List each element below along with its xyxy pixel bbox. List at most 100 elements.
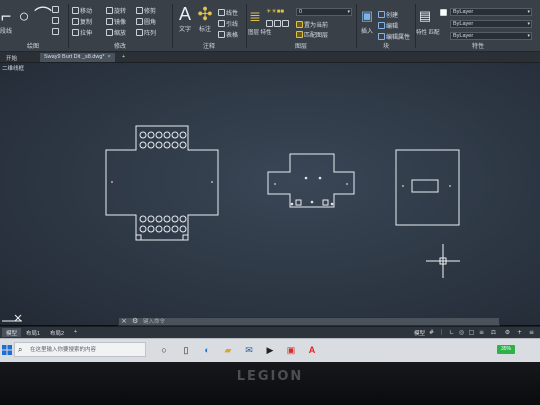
fillet-tool[interactable]: 圆角 (136, 17, 156, 26)
tab-document[interactable]: Sway9 Burt Dit _s8.dwg* × (40, 53, 115, 62)
gradient-tool[interactable] (52, 28, 60, 36)
snap-icon[interactable]: ⋮ (438, 329, 445, 336)
trim-icon (136, 7, 143, 14)
array-tool[interactable]: 阵列 (136, 28, 156, 37)
rotate-icon (106, 7, 113, 14)
edit-attributes-tool[interactable]: 编辑属性 (378, 32, 410, 41)
mirror-tool[interactable]: 镜像 (106, 17, 126, 26)
media-player-icon[interactable]: ▶ (264, 344, 276, 356)
color-swatch-icon (440, 9, 447, 16)
match-properties-label: 特性 匹配 (416, 30, 440, 36)
annotation-group-label: 注释 (202, 44, 215, 50)
layer-state-icons[interactable]: ☀☀■■ (266, 8, 284, 15)
copy-tool[interactable]: 复制 (72, 17, 92, 26)
match-layer-tool[interactable]: 匹配图层 (296, 30, 328, 39)
table-tool[interactable]: 表格 (218, 30, 238, 39)
trim-tool[interactable]: 修剪 (136, 6, 156, 15)
monitor-bezel: LEGION (0, 362, 540, 405)
top-hole-array (139, 131, 187, 149)
move-tool[interactable]: 移动 (72, 6, 92, 15)
part-cross-plate-outline (105, 125, 219, 241)
autocad-icon[interactable]: A (306, 344, 318, 356)
create-block-tool[interactable]: 创建 (378, 10, 398, 19)
stretch-tool[interactable]: 拉伸 (72, 28, 92, 37)
task-view-icon[interactable]: ▯ (180, 344, 192, 356)
ucs-icon (2, 314, 22, 322)
arc-button[interactable]: ⌒ (34, 6, 52, 26)
status-bar: 模型 布局1 布局2 + 模型 # ⋮ ∟ ◎ □ ≡ ⚖ ⚙ + ≡ (0, 326, 540, 338)
drawing-svg[interactable] (0, 63, 540, 325)
mail-icon[interactable]: ✉ (243, 344, 255, 356)
layer-off-icon (266, 20, 273, 27)
circle-button[interactable]: ○ (16, 6, 32, 26)
edge-browser-icon[interactable]: ◐ (201, 344, 213, 356)
block-group-label: 块 (382, 44, 389, 50)
osnap-icon[interactable]: □ (468, 329, 475, 336)
file-explorer-icon[interactable]: ▰ (222, 344, 234, 356)
text-button[interactable]: A 文字 (176, 4, 194, 33)
create-block-icon (378, 11, 385, 18)
linetype-dropdown[interactable]: ByLayer (450, 32, 532, 40)
insert-button[interactable]: ▣ 插入 (358, 6, 376, 35)
layer-isolate-icon (274, 20, 281, 27)
ortho-icon[interactable]: ∟ (448, 329, 455, 336)
leader-tool[interactable]: 引线 (218, 19, 238, 28)
part-square-plate-outline (395, 149, 460, 226)
small-plate-dot (304, 176, 308, 180)
layer-properties-button[interactable]: ≣ (248, 6, 262, 26)
layer-dropdown[interactable]: 0 (296, 8, 352, 16)
windows-taskbar: ⌕ ○ ▯ ◐ ▰ ✉ ▶ ▣ A 35% (0, 338, 540, 362)
brand-logo: LEGION (236, 369, 304, 384)
match-properties-button[interactable]: ▤ (416, 6, 434, 26)
close-command-icon[interactable]: × (121, 317, 127, 325)
bottom-hole-array (139, 215, 187, 233)
new-tab-button[interactable]: + (118, 53, 129, 62)
grid-icon[interactable]: # (428, 329, 435, 336)
tab-add-layout[interactable]: + (70, 328, 81, 337)
modify-group-label: 修改 (113, 44, 126, 50)
edit-block-tool[interactable]: 编辑 (378, 21, 398, 30)
scale-tool[interactable]: 缩放 (106, 28, 126, 37)
block-group: ▣ 插入 创建 编辑 编辑属性 块 (358, 0, 414, 52)
drawing-canvas[interactable]: 二维线框 (0, 63, 540, 325)
layer-tools-row[interactable] (266, 20, 290, 28)
battery-indicator[interactable]: 35% (497, 345, 515, 354)
edit-attributes-icon (378, 33, 385, 40)
cortana-icon[interactable]: ○ (158, 344, 170, 356)
tab-start[interactable]: 开始 (2, 53, 21, 62)
polar-icon[interactable]: ◎ (458, 329, 465, 336)
insert-block-icon: ▣ (360, 8, 374, 23)
search-icon: ⌕ (18, 345, 23, 354)
gift-app-icon[interactable]: ▣ (285, 344, 297, 356)
draw-group: ⌐ 段线 ○ ⌒ 绘图 (0, 0, 66, 52)
linear-tool[interactable]: 线性 (218, 8, 238, 17)
color-dropdown[interactable]: ByLayer (450, 8, 532, 16)
close-tab-icon[interactable]: × (108, 54, 111, 60)
taskbar-search-box[interactable]: ⌕ (14, 342, 146, 357)
layer-stack-icon: ≣ (249, 8, 261, 24)
wrench-icon[interactable]: ⚙ (132, 317, 138, 325)
dimension-icon: ✣ (197, 4, 213, 24)
dimension-button[interactable]: ✣ 标注 (196, 4, 214, 33)
layers-group: ≣ 图层 特性 ☀☀■■ 0 置为当前 匹配图层 图层 (248, 0, 354, 52)
lineweight-icon[interactable]: ≡ (478, 329, 485, 336)
tab-model[interactable]: 模型 (2, 328, 22, 337)
mirror-icon (106, 18, 113, 25)
rectangle-tool[interactable] (52, 6, 60, 14)
customize-icon[interactable]: ≡ (528, 329, 535, 336)
taskbar-search-input[interactable] (30, 345, 140, 355)
model-space-indicator[interactable]: 模型 (410, 328, 429, 337)
annotation-scale-icon[interactable]: ⚖ (490, 329, 497, 336)
tab-layout1[interactable]: 布局1 (22, 328, 44, 337)
workspace-gear-icon[interactable]: ⚙ (504, 329, 511, 336)
plus-icon[interactable]: + (516, 329, 523, 336)
tab-layout2[interactable]: 布局2 (46, 328, 68, 337)
windows-start-icon[interactable] (2, 345, 12, 355)
polyline-button[interactable]: ⌐ 段线 (0, 6, 14, 35)
hatch-tool[interactable] (52, 17, 60, 25)
command-line: × ⚙ (118, 317, 500, 326)
command-input[interactable] (143, 318, 483, 325)
lineweight-dropdown[interactable]: ByLayer (450, 20, 532, 28)
rotate-tool[interactable]: 旋转 (106, 6, 126, 15)
set-current-tool[interactable]: 置为当前 (296, 20, 328, 29)
